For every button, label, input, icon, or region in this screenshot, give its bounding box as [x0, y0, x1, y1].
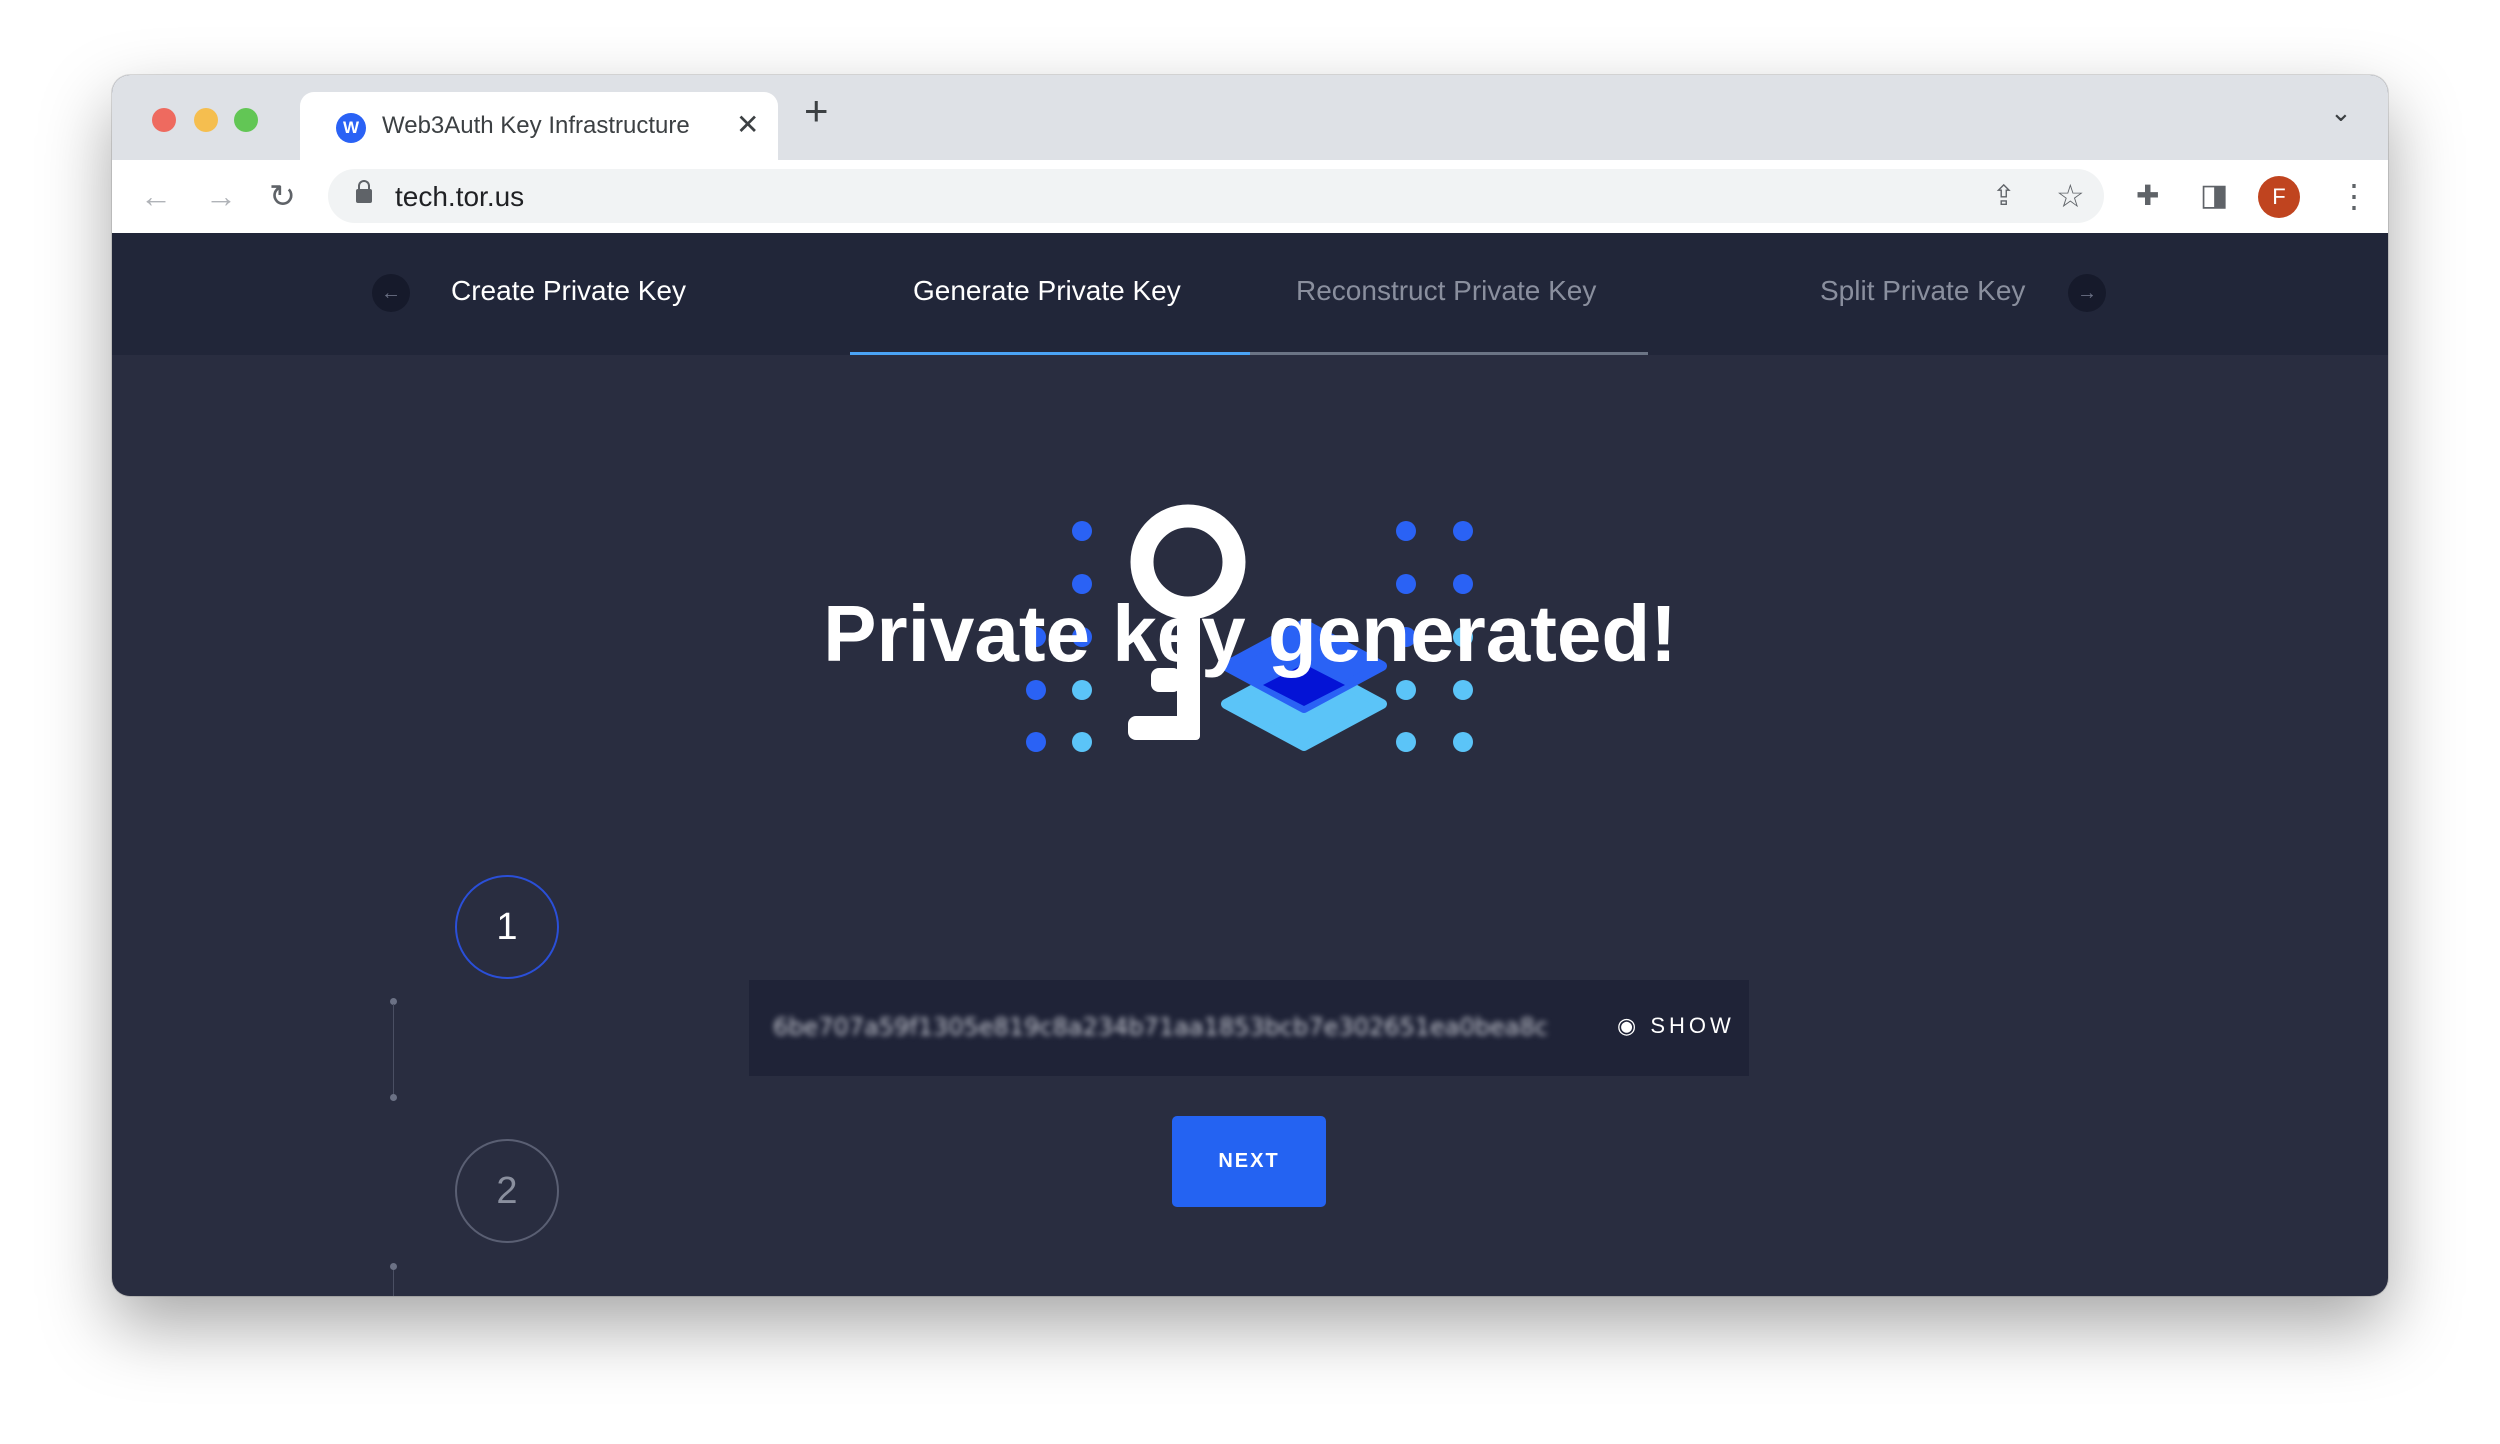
key-illustration [1026, 504, 1473, 752]
step-connector [393, 1270, 394, 1296]
step-2-indicator: 2 [455, 1139, 559, 1243]
show-key-button[interactable]: ◉ SHOW [1617, 1013, 1735, 1039]
step-connector [393, 1004, 394, 1096]
show-label: SHOW [1650, 1013, 1735, 1038]
private-key-value: 6be707a59f1305e819c8a234b71aa1853bcb7e30… [773, 1013, 1548, 1041]
step-1-indicator: 1 [455, 875, 559, 979]
step-connector-dot [390, 1094, 397, 1101]
step-connector-dot [390, 1263, 397, 1270]
next-button[interactable]: NEXT [1172, 1116, 1326, 1207]
page-title: Private key generated! [823, 589, 1677, 678]
private-key-field: 6be707a59f1305e819c8a234b71aa1853bcb7e30… [749, 980, 1749, 1076]
eye-icon: ◉ [1617, 1013, 1651, 1038]
